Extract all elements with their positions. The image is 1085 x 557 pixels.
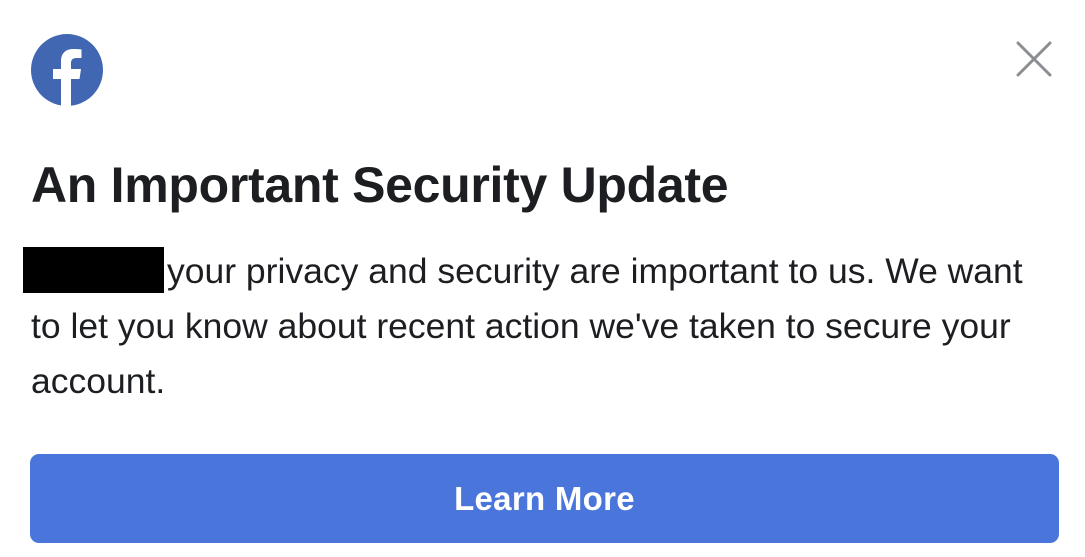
redacted-name-block <box>23 247 164 293</box>
close-icon <box>1016 41 1052 77</box>
dialog-message: your privacy and security are important … <box>23 244 1061 409</box>
learn-more-button-label: Learn More <box>454 479 635 517</box>
dialog-title: An Important Security Update <box>31 157 729 213</box>
close-button[interactable] <box>1012 37 1056 81</box>
security-update-dialog: An Important Security Update your privac… <box>0 0 1085 557</box>
facebook-logo-icon <box>31 34 103 106</box>
learn-more-button[interactable]: Learn More <box>30 454 1059 543</box>
dialog-message-text: your privacy and security are important … <box>31 251 1023 401</box>
